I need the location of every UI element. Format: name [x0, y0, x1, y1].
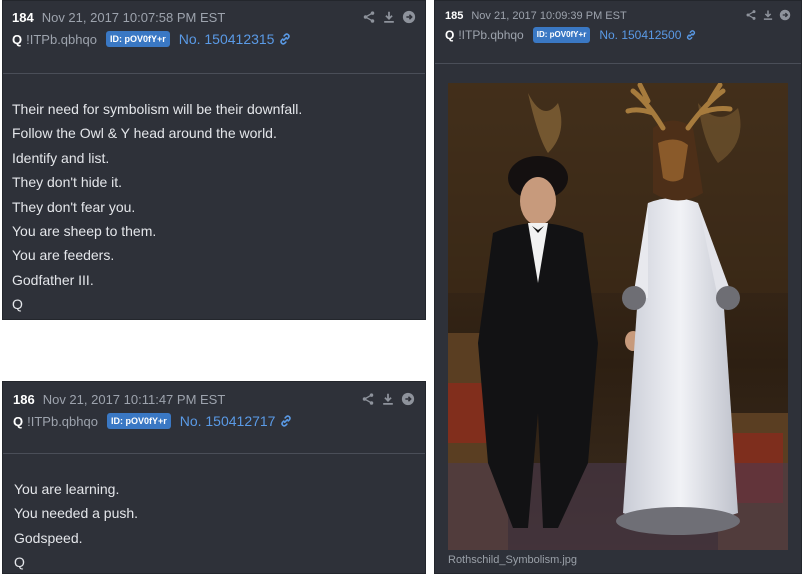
tripcode: !ITPb.qbhqo: [27, 413, 98, 429]
divider: [3, 453, 425, 454]
post-body: You are learning. You needed a push. God…: [14, 477, 138, 574]
post-number-link[interactable]: No. 150412500: [599, 28, 681, 42]
id-badge[interactable]: ID: pOV0fY+r: [105, 31, 170, 47]
post-header: 184 Nov 21, 2017 10:07:58 PM EST Q !ITPb…: [3, 1, 425, 47]
go-arrow-icon[interactable]: [779, 9, 791, 21]
post-number-link[interactable]: No. 150412717: [180, 413, 276, 429]
post-body-line: Q: [12, 296, 23, 313]
post-date: Nov 21, 2017 10:07:58 PM EST: [41, 10, 226, 25]
post-date: Nov 21, 2017 10:09:39 PM EST: [471, 10, 627, 22]
post-184: 184 Nov 21, 2017 10:07:58 PM EST Q !ITPb…: [2, 0, 426, 320]
author-name: Q: [12, 31, 23, 47]
post-number: 186: [13, 392, 35, 407]
author-name: Q: [13, 413, 24, 429]
download-icon[interactable]: [762, 9, 774, 21]
link-icon[interactable]: [278, 32, 292, 46]
image-filename[interactable]: Rothschild_Symbolism.jpg: [448, 554, 577, 566]
divider: [435, 63, 801, 64]
post-body: Their need for symbolism will be their d…: [12, 97, 302, 317]
id-badge[interactable]: ID: pOV0fY+r: [532, 27, 591, 43]
tripcode: !ITPb.qbhqo: [26, 31, 97, 47]
post-body-line: You are learning.: [14, 481, 120, 497]
post-185: 185 Nov 21, 2017 10:09:39 PM EST Q !ITPb…: [434, 0, 802, 574]
post-body-line: They don't hide it.: [12, 174, 123, 191]
author-name: Q: [445, 28, 455, 42]
post-body-line: Follow the Owl & Y head around the world…: [12, 125, 277, 142]
post-header: 185 Nov 21, 2017 10:09:39 PM EST Q !ITPb…: [435, 1, 801, 43]
share-icon[interactable]: [361, 392, 375, 406]
download-icon[interactable]: [381, 392, 395, 406]
go-arrow-icon[interactable]: [402, 10, 416, 24]
post-date: Nov 21, 2017 10:11:47 PM EST: [42, 392, 226, 407]
photo-illustration: [448, 83, 788, 550]
post-body-line: You needed a push.: [14, 505, 139, 522]
share-icon[interactable]: [745, 9, 757, 21]
post-body-line: They don't fear you.: [12, 198, 136, 215]
post-body-line: Their need for symbolism will be their d…: [12, 101, 303, 117]
download-icon[interactable]: [382, 10, 396, 24]
divider: [3, 73, 425, 74]
post-body-line: You are feeders.: [12, 247, 115, 264]
post-header: 186 Nov 21, 2017 10:11:47 PM EST Q !ITPb…: [3, 382, 425, 429]
post-number-link[interactable]: No. 150412315: [179, 31, 275, 47]
post-body-line: You are sheep to them.: [12, 223, 157, 240]
tripcode: !ITPb.qbhqo: [458, 28, 524, 42]
post-body-line: Godfather III.: [12, 271, 94, 288]
attached-photo[interactable]: [448, 83, 788, 550]
post-body-line: Identify and list.: [12, 149, 110, 166]
post-body-line: Q: [14, 554, 25, 571]
link-icon[interactable]: [685, 29, 697, 41]
post-number: 184: [12, 10, 34, 25]
link-icon[interactable]: [279, 414, 293, 428]
post-number: 185: [445, 10, 464, 22]
post-body-line: Godspeed.: [14, 529, 83, 546]
post-186: 186 Nov 21, 2017 10:11:47 PM EST Q !ITPb…: [2, 381, 426, 574]
share-icon[interactable]: [362, 10, 376, 24]
go-arrow-icon[interactable]: [401, 392, 415, 406]
id-badge[interactable]: ID: pOV0fY+r: [106, 413, 171, 429]
